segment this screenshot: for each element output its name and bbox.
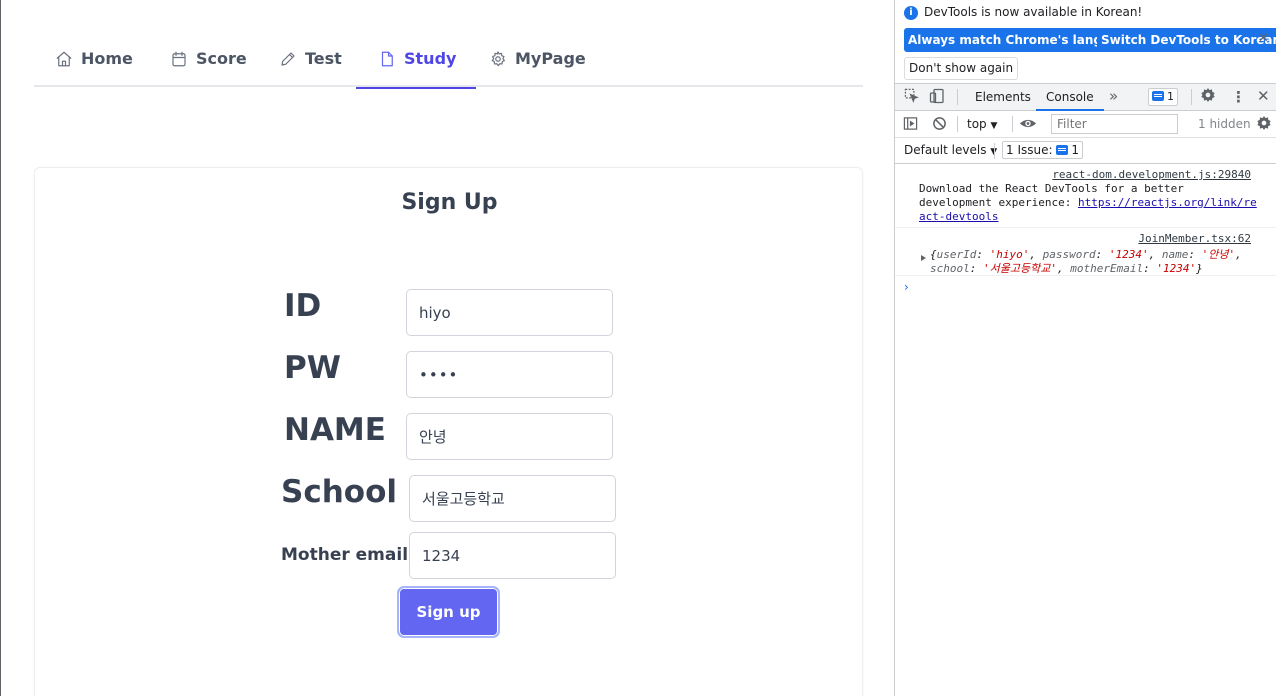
inspect-element-icon[interactable] (904, 88, 919, 107)
device-toolbar-icon[interactable] (929, 88, 945, 108)
context-selector[interactable]: top ▼ (967, 117, 997, 131)
console-settings-icon[interactable] (1256, 115, 1272, 135)
object-key: school (930, 262, 970, 275)
page-title: Sign Up (401, 190, 498, 215)
mother-email-input[interactable] (409, 532, 616, 579)
dropdown-arrow-icon: ▼ (990, 121, 998, 131)
clear-console-icon[interactable] (932, 116, 947, 135)
console-output: react-dom.development.js:29840 Download … (895, 164, 1276, 276)
brace: } (1196, 262, 1203, 275)
message-icon (1152, 91, 1164, 101)
mother-email-label: Mother email (281, 545, 409, 565)
tab-home[interactable]: Home (55, 30, 133, 87)
divider (1191, 89, 1192, 105)
settings-gear-icon[interactable] (1200, 87, 1216, 107)
tab-console[interactable]: Console (1036, 90, 1104, 111)
react-devtools-link-cont[interactable]: act-devtools (919, 210, 998, 223)
id-label: ID (284, 288, 322, 324)
message-line: development experience: https://reactjs.… (919, 196, 1257, 209)
infobar-message: DevTools is now available in Korean! (924, 5, 1143, 19)
school-input[interactable] (409, 475, 616, 522)
default-levels-dropdown[interactable]: Default levels ▼ (904, 143, 997, 157)
name-label: NAME (284, 412, 386, 448)
document-icon (381, 51, 393, 66)
tab-label: Study (404, 49, 457, 68)
tab-label: Test (305, 49, 342, 68)
close-devtools-icon[interactable]: ✕ (1257, 87, 1270, 105)
divider (1012, 116, 1013, 132)
console-message: react-dom.development.js:29840 Download … (895, 164, 1276, 228)
tab-score[interactable]: Score (170, 30, 247, 87)
devtools-tabs: Elements Console » 1 ⋮ ✕ (895, 84, 1276, 111)
gear-icon (491, 50, 505, 66)
console-toolbar: top ▼ 1 hidden (895, 111, 1276, 138)
language-infobar: i DevTools is now available in Korean! A… (895, 0, 1276, 84)
issues-count: 1 (1071, 143, 1079, 157)
message-line: Download the React DevTools for a better (919, 182, 1184, 195)
tab-label: Score (196, 49, 247, 68)
expand-triangle-icon[interactable] (921, 255, 926, 261)
pw-label: PW (284, 350, 341, 386)
message-text: development experience: (919, 196, 1078, 209)
home-icon (56, 51, 72, 66)
app-window: Home Score Test Study MyPage Sign Up ID … (0, 0, 894, 696)
tab-elements[interactable]: Elements (975, 90, 1031, 104)
react-devtools-link[interactable]: https://reactjs.org/link/re (1078, 196, 1257, 209)
school-label: School (281, 474, 397, 510)
message-source-link[interactable]: react-dom.development.js:29840 (1052, 168, 1251, 181)
calendar-icon (172, 51, 186, 66)
sign-up-button[interactable]: Sign up (397, 586, 500, 638)
tab-test[interactable]: Test (279, 30, 342, 87)
default-levels-label: Default levels (904, 143, 987, 157)
filter-input[interactable] (1051, 114, 1178, 134)
object-key: motherEmail (1070, 262, 1144, 275)
message-line: act-devtools (919, 210, 998, 223)
message-source-link[interactable]: JoinMember.tsx:62 (1138, 232, 1251, 245)
pencil-icon (281, 51, 295, 66)
object-value: '1234' (1156, 262, 1197, 275)
issues-count: 1 (1167, 90, 1174, 103)
switch-to-korean-button[interactable]: Switch DevTools to Korean (1097, 28, 1276, 52)
name-input[interactable] (406, 413, 613, 460)
issues-badge[interactable]: 1 (1148, 88, 1178, 106)
nav-tabs: Home Score Test Study MyPage (34, 30, 863, 89)
more-tabs-icon[interactable]: » (1109, 87, 1118, 105)
tab-label: MyPage (515, 49, 586, 68)
divider (994, 143, 995, 159)
object-preview-line[interactable]: school: '서울고등학교', motherEmail: '1234'} (930, 260, 1203, 276)
console-message: JoinMember.tsx:62 {userId: 'hiyo', passw… (895, 228, 1276, 276)
close-icon[interactable]: ✕ (1258, 31, 1269, 46)
sidebar-toggle-icon[interactable] (903, 116, 918, 135)
issues-button[interactable]: 1 Issue: 1 (1002, 141, 1083, 159)
issues-label: 1 Issue: (1006, 143, 1053, 157)
id-input[interactable] (406, 289, 613, 336)
eye-icon[interactable] (1019, 116, 1037, 135)
info-icon: i (904, 6, 918, 20)
context-label: top (967, 117, 987, 131)
pw-input[interactable] (406, 351, 613, 398)
divider (957, 116, 958, 132)
message-icon (1056, 145, 1069, 155)
divider (957, 89, 958, 105)
levels-bar: Default levels ▼ 1 Issue: 1 (895, 138, 1276, 164)
tab-mypage[interactable]: MyPage (489, 30, 586, 87)
more-options-icon[interactable]: ⋮ (1231, 88, 1246, 106)
tab-study[interactable]: Study (355, 30, 478, 89)
devtools-panel: i DevTools is now available in Korean! A… (894, 0, 1276, 696)
object-value: '서울고등학교' (983, 262, 1057, 275)
tab-label: Home (81, 49, 133, 68)
hidden-count: 1 hidden (1198, 117, 1251, 131)
console-prompt-icon[interactable]: › (904, 280, 909, 294)
object-value: '안녕' (1201, 248, 1236, 261)
dont-show-again-button[interactable]: Don't show again (904, 57, 1019, 80)
